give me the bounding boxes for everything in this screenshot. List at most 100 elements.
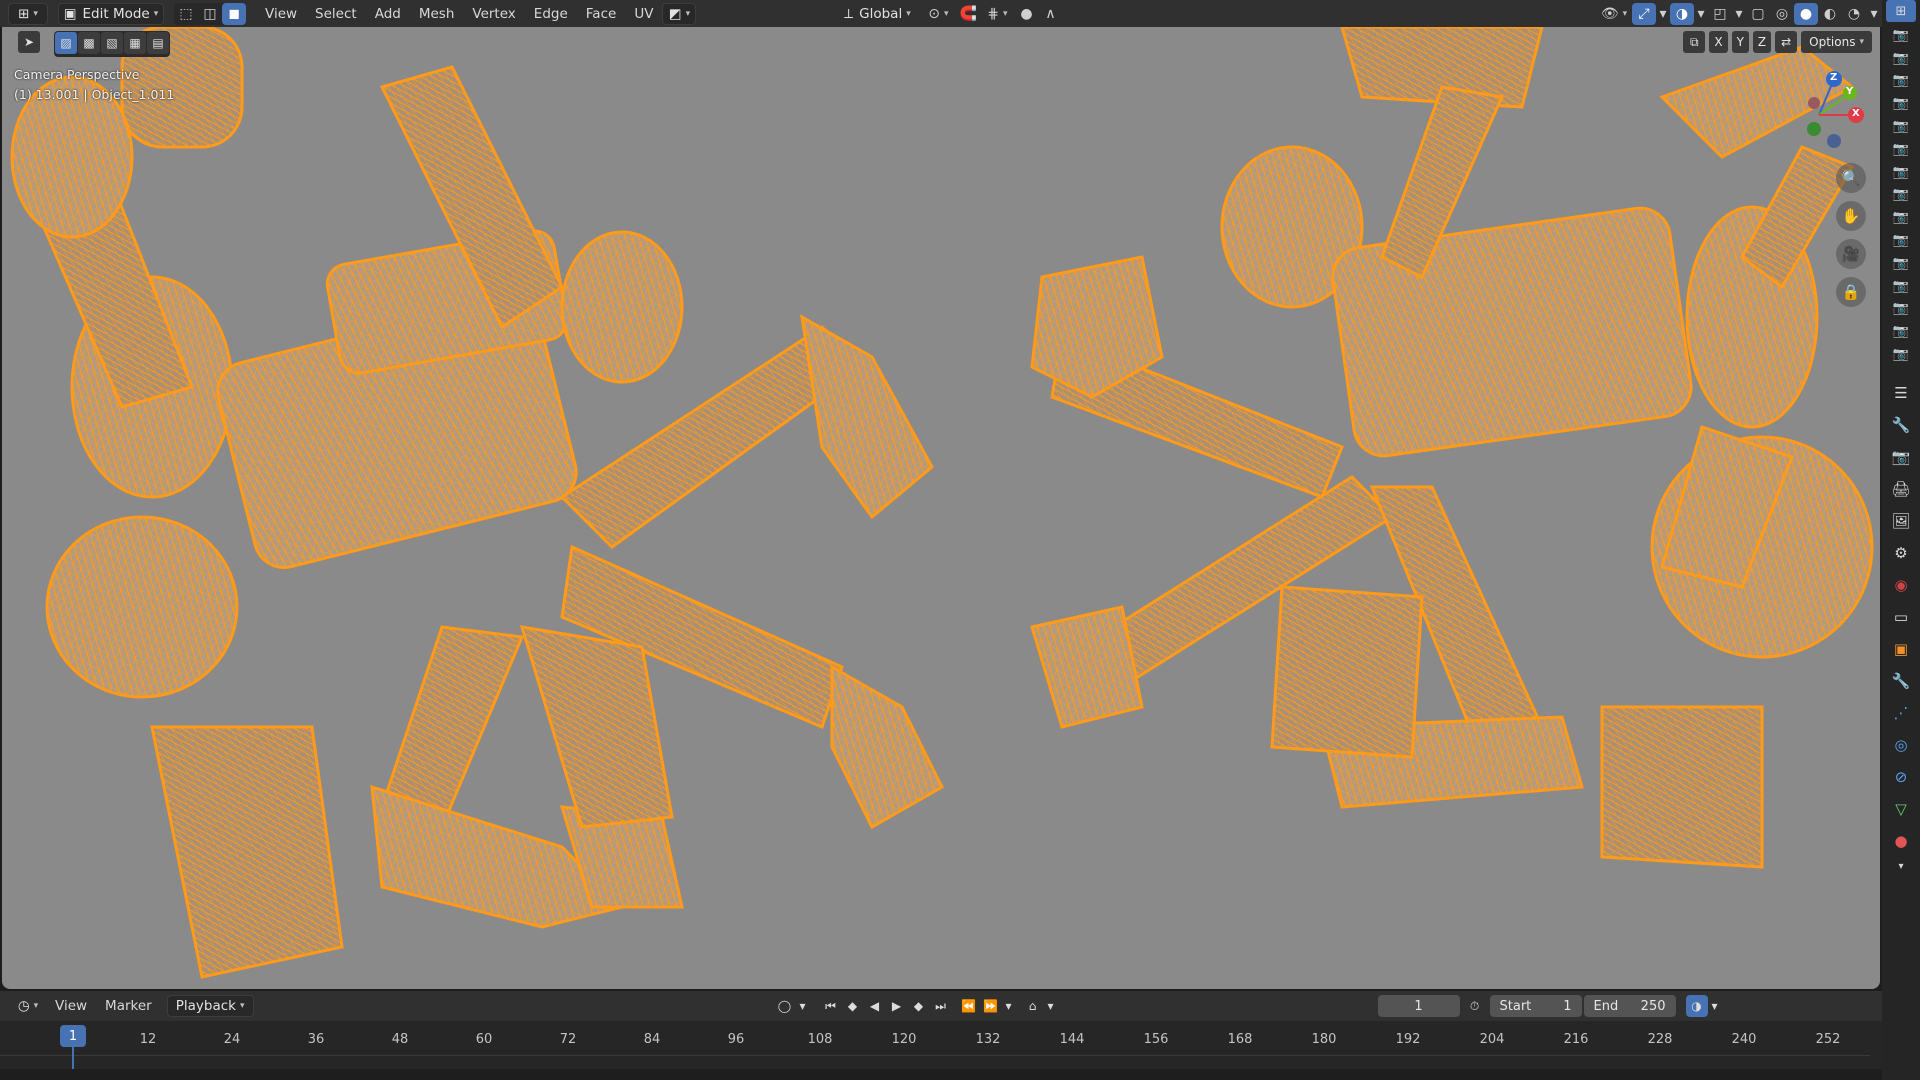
chevron-down-icon[interactable]: ▾	[1886, 858, 1916, 876]
chevron-down-icon[interactable]: ▾	[1694, 3, 1708, 25]
camera-icon[interactable]: 📷	[1886, 275, 1916, 298]
timeline-editor-type[interactable]: ◷ ▾	[10, 995, 46, 1017]
mesh-data-icon[interactable]: ▽	[1886, 794, 1916, 824]
proportional-edit-icon[interactable]: ●	[1014, 3, 1038, 25]
visibility-dropdown[interactable]: 👁 ▾	[1596, 3, 1632, 25]
next-keyframe-icon[interactable]: ◆	[908, 995, 930, 1017]
start-frame-field[interactable]: Start 1	[1489, 995, 1582, 1017]
prev-keyframe-icon[interactable]: ◆	[842, 995, 864, 1017]
stopwatch-icon[interactable]: ⏱	[1464, 995, 1486, 1017]
transform-orientation-dropdown[interactable]: ⟂ Global ▾	[834, 3, 920, 25]
constraints-properties-icon[interactable]: ⊘	[1886, 762, 1916, 792]
menu-uv[interactable]: UV	[625, 3, 662, 25]
3d-viewport[interactable]: ➤ ▨ ▩ ▧ ▦ ▤ Camera Perspective (1) 13.00…	[2, 27, 1880, 989]
render-properties-icon[interactable]: 📷	[1886, 442, 1916, 472]
solid-shading-icon[interactable]: ●	[1794, 2, 1818, 25]
camera-icon[interactable]: 📷	[1886, 184, 1916, 207]
camera-view-icon[interactable]: 🎥	[1836, 239, 1866, 269]
pan-hand-icon[interactable]: ✋	[1836, 201, 1866, 231]
rendered-shading-icon[interactable]: ◔	[1842, 3, 1866, 25]
select-tool-icon[interactable]: ➤	[18, 31, 40, 53]
navigation-gizmo[interactable]: Z Y X	[1774, 65, 1864, 155]
select-invert-icon[interactable]: ▦	[124, 32, 146, 54]
select-subtract-icon[interactable]: ▧	[101, 32, 123, 54]
chevron-down-icon[interactable]: ▾	[1656, 3, 1670, 25]
wireframe-shading-icon[interactable]: ◎	[1770, 3, 1794, 25]
vertex-select-icon[interactable]: ⬚	[174, 3, 198, 25]
timeline-overlay-icon[interactable]: ◑	[1685, 995, 1708, 1017]
properties-editor-icon[interactable]: ☰	[1886, 378, 1916, 408]
camera-icon[interactable]: 📷	[1886, 320, 1916, 343]
timeline-menu-view[interactable]: View	[46, 995, 96, 1017]
mirror-y-toggle[interactable]: Y	[1731, 31, 1749, 53]
modifier-properties-icon[interactable]: 🔧	[1886, 666, 1916, 696]
mesh-overlays-icon[interactable]: ◰	[1708, 3, 1732, 25]
next-marker-icon[interactable]: ⏩	[980, 995, 1002, 1017]
timeline-menu-marker[interactable]: Marker	[96, 995, 161, 1017]
jump-start-icon[interactable]: ⏮	[820, 995, 842, 1017]
tool-settings-icon[interactable]: 🔧	[1886, 410, 1916, 440]
select-new-icon[interactable]: ▨	[55, 32, 77, 54]
lock-icon[interactable]: 🔒	[1836, 277, 1866, 307]
menu-add[interactable]: Add	[366, 3, 410, 25]
camera-icon[interactable]: 📷	[1886, 138, 1916, 161]
menu-view[interactable]: View	[256, 3, 306, 25]
uv-sync-dropdown[interactable]: ◩ ▾	[662, 2, 697, 25]
menu-face[interactable]: Face	[577, 3, 626, 25]
particles-properties-icon[interactable]: ⋰	[1886, 698, 1916, 728]
falloff-icon[interactable]: ∧	[1038, 3, 1062, 25]
zoom-icon[interactable]: 🔍	[1836, 163, 1866, 193]
snap-toggle-icon[interactable]: 🧲	[956, 3, 980, 25]
outliner-filter-icon[interactable]: ⊞	[1886, 0, 1916, 22]
camera-icon[interactable]: 📷	[1886, 206, 1916, 229]
chevron-down-icon[interactable]: ▾	[1044, 995, 1058, 1017]
chevron-down-icon[interactable]: ▾	[1732, 3, 1746, 25]
camera-icon[interactable]: 📷	[1886, 298, 1916, 321]
shading-dropdown-icon[interactable]: ▾	[1866, 3, 1882, 25]
camera-icon[interactable]: 📷	[1886, 70, 1916, 93]
editor-type-dropdown[interactable]: ⊞ ▾	[8, 2, 48, 25]
end-frame-field[interactable]: End 250	[1583, 995, 1676, 1017]
prev-marker-icon[interactable]: ⏪	[958, 995, 980, 1017]
menu-mesh[interactable]: Mesh	[410, 3, 464, 25]
topology-mirror-icon[interactable]: ⇄	[1775, 31, 1798, 53]
xray-toggle-icon[interactable]: ▢	[1746, 3, 1770, 25]
object-properties-icon[interactable]: ▣	[1886, 634, 1916, 664]
chevron-down-icon[interactable]: ▾	[1002, 995, 1016, 1017]
output-properties-icon[interactable]: 🖨	[1886, 474, 1916, 504]
select-intersect-icon[interactable]: ▤	[147, 32, 169, 54]
material-properties-icon[interactable]: ●	[1886, 826, 1916, 856]
options-dropdown[interactable]: Options ▾	[1801, 31, 1872, 53]
play-icon[interactable]: ▶	[886, 995, 908, 1017]
mode-dropdown[interactable]: ▣ Edit Mode ▾	[58, 2, 164, 25]
collection-properties-icon[interactable]: ▭	[1886, 602, 1916, 632]
menu-select[interactable]: Select	[306, 3, 366, 25]
view-layer-icon[interactable]: 🖼	[1886, 506, 1916, 536]
chevron-down-icon[interactable]: ▾	[1708, 995, 1722, 1017]
camera-icon[interactable]: 📷	[1886, 92, 1916, 115]
gizmo-toggle-icon[interactable]: ⤢	[1632, 2, 1656, 25]
camera-icon[interactable]: 📷	[1886, 24, 1916, 47]
camera-icon[interactable]: 📷	[1886, 47, 1916, 70]
mirror-z-toggle[interactable]: Z	[1752, 31, 1772, 53]
playback-dropdown[interactable]: Playback ▾	[166, 995, 254, 1017]
camera-icon[interactable]: 📷	[1886, 229, 1916, 252]
snap-target-dropdown[interactable]: ⋕ ▾	[980, 3, 1014, 25]
timeline-ruler[interactable]: 12 24 36 48 60 72 84 96 108 120 132 144 …	[0, 1021, 1882, 1069]
current-frame-field[interactable]: 1	[1377, 995, 1460, 1017]
edge-select-icon[interactable]: ◫	[198, 3, 222, 25]
camera-icon[interactable]: 📷	[1886, 161, 1916, 184]
menu-edge[interactable]: Edge	[525, 3, 577, 25]
menu-vertex[interactable]: Vertex	[463, 3, 524, 25]
select-extend-icon[interactable]: ▩	[78, 32, 100, 54]
material-shading-icon[interactable]: ◐	[1818, 3, 1842, 25]
scene-properties-icon[interactable]: ⚙	[1886, 538, 1916, 568]
keying-set-icon[interactable]: ⌂	[1022, 995, 1044, 1017]
overlays-toggle-icon[interactable]: ◑	[1670, 2, 1694, 25]
pivot-point-dropdown[interactable]: ⊙ ▾	[920, 3, 956, 25]
jump-end-icon[interactable]: ⏭	[930, 995, 952, 1017]
mirror-x-toggle[interactable]: X	[1709, 31, 1728, 53]
physics-properties-icon[interactable]: ◎	[1886, 730, 1916, 760]
mirror-icon[interactable]: ⧉	[1683, 31, 1706, 53]
face-select-icon[interactable]: ◼	[222, 2, 246, 25]
